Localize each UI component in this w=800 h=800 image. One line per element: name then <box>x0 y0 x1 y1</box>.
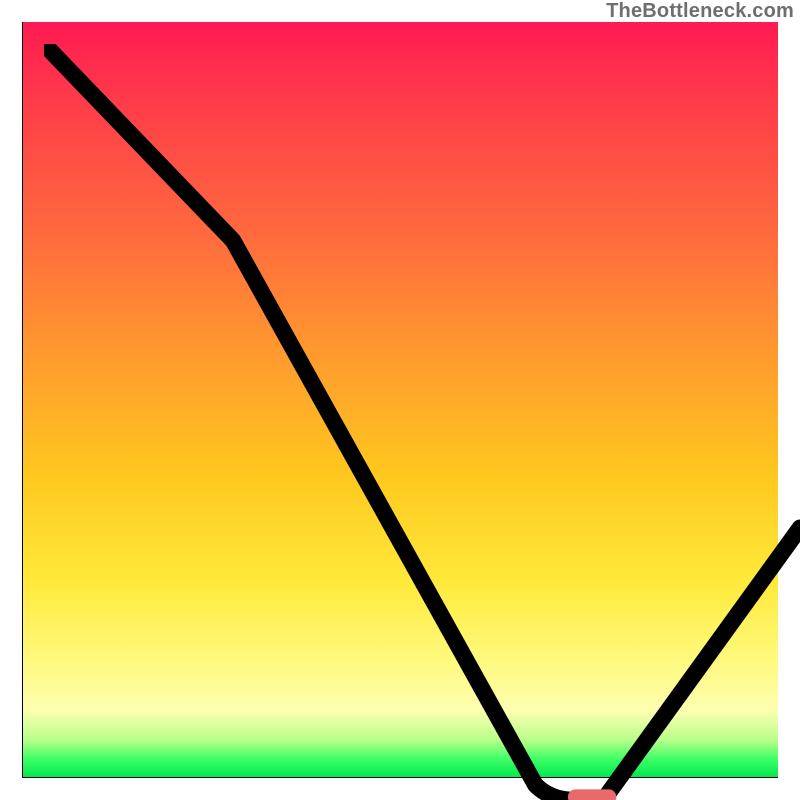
curve-layer <box>44 44 800 800</box>
chart-canvas: TheBottleneck.com <box>0 0 800 800</box>
bottleneck-curve <box>44 44 800 800</box>
optimal-marker <box>568 789 616 800</box>
watermark-text: TheBottleneck.com <box>606 0 794 23</box>
plot-area <box>22 22 778 778</box>
